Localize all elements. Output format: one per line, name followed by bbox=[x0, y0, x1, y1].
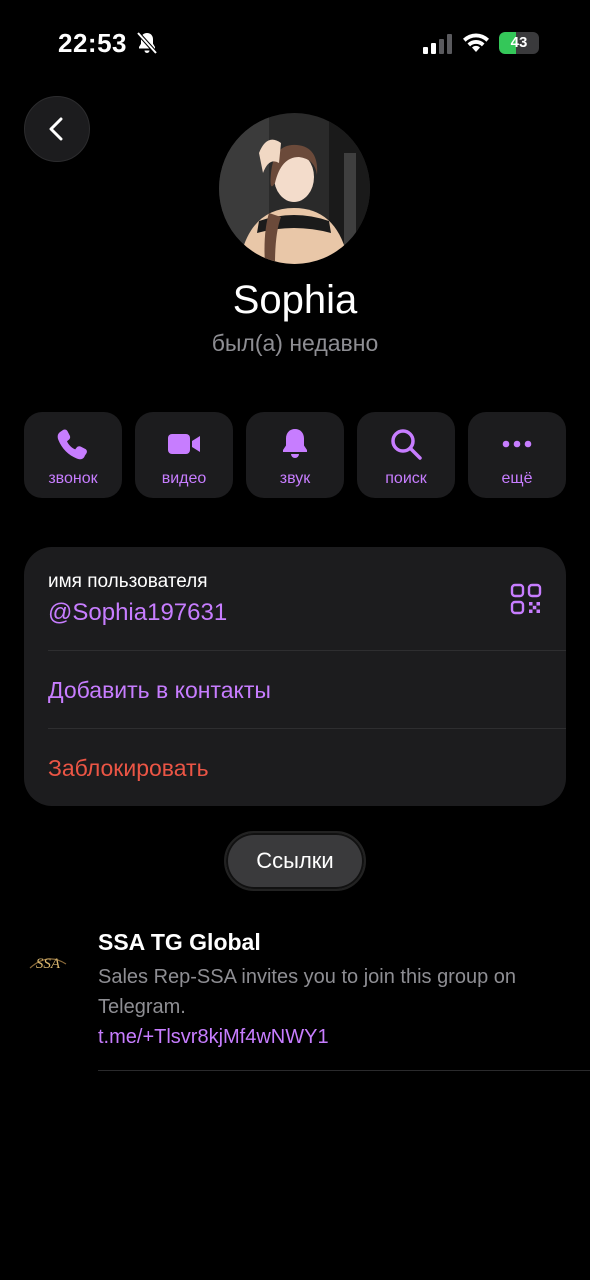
search-button[interactable]: поиск bbox=[357, 412, 455, 498]
more-label: ещё bbox=[501, 470, 533, 487]
chevron-left-icon bbox=[49, 117, 63, 141]
username-link[interactable]: @Sophia197631 bbox=[48, 599, 227, 627]
phone-icon bbox=[57, 429, 87, 460]
bell-mute-icon bbox=[136, 31, 158, 55]
avatar[interactable] bbox=[219, 113, 370, 264]
link-url[interactable]: t.me/+Tlsvr8kjMf4wNWY1 bbox=[98, 1026, 329, 1049]
wifi-icon bbox=[463, 33, 489, 52]
search-icon bbox=[391, 429, 422, 460]
link-title[interactable]: SSA TG Global bbox=[98, 929, 261, 956]
battery-indicator: 43 bbox=[499, 32, 539, 54]
link-description: Sales Rep-SSA invites you to join this g… bbox=[98, 966, 517, 1018]
tab-links[interactable]: Ссылки bbox=[224, 831, 366, 891]
status-time: 22:53 bbox=[58, 28, 127, 58]
battery-percent: 43 bbox=[510, 34, 528, 51]
divider bbox=[48, 650, 566, 651]
qr-code-icon[interactable] bbox=[510, 583, 542, 615]
bell-icon bbox=[283, 429, 307, 458]
svg-text:SSA: SSA bbox=[36, 956, 61, 972]
divider bbox=[98, 1070, 590, 1071]
status-bar: 22:53 43 bbox=[0, 0, 590, 90]
video-camera-icon bbox=[168, 434, 200, 454]
divider bbox=[48, 728, 566, 729]
sound-button[interactable]: звук bbox=[246, 412, 344, 498]
call-label: звонок bbox=[48, 470, 98, 487]
video-button[interactable]: видео bbox=[135, 412, 233, 498]
group-logo: SSA bbox=[24, 938, 72, 986]
video-label: видео bbox=[161, 470, 207, 487]
more-dots-icon bbox=[502, 440, 532, 448]
sound-label: звук bbox=[279, 470, 311, 487]
add-to-contacts-button[interactable]: Добавить в контакты bbox=[48, 677, 271, 704]
cellular-signal-icon bbox=[423, 34, 452, 54]
call-button[interactable]: звонок bbox=[24, 412, 122, 498]
more-button[interactable]: ещё bbox=[468, 412, 566, 498]
back-button[interactable] bbox=[24, 96, 90, 162]
last-seen-status: был(а) недавно bbox=[211, 330, 379, 356]
profile-photo bbox=[219, 113, 370, 264]
username-caption: имя пользователя bbox=[48, 571, 208, 592]
profile-name: Sophia bbox=[232, 278, 358, 322]
action-bar: звонок видео звук поиск ещё bbox=[24, 412, 566, 498]
info-card: имя пользователя @Sophia197631 Добавить … bbox=[24, 547, 566, 806]
block-button[interactable]: Заблокировать bbox=[48, 755, 209, 782]
search-label: поиск bbox=[385, 470, 427, 487]
